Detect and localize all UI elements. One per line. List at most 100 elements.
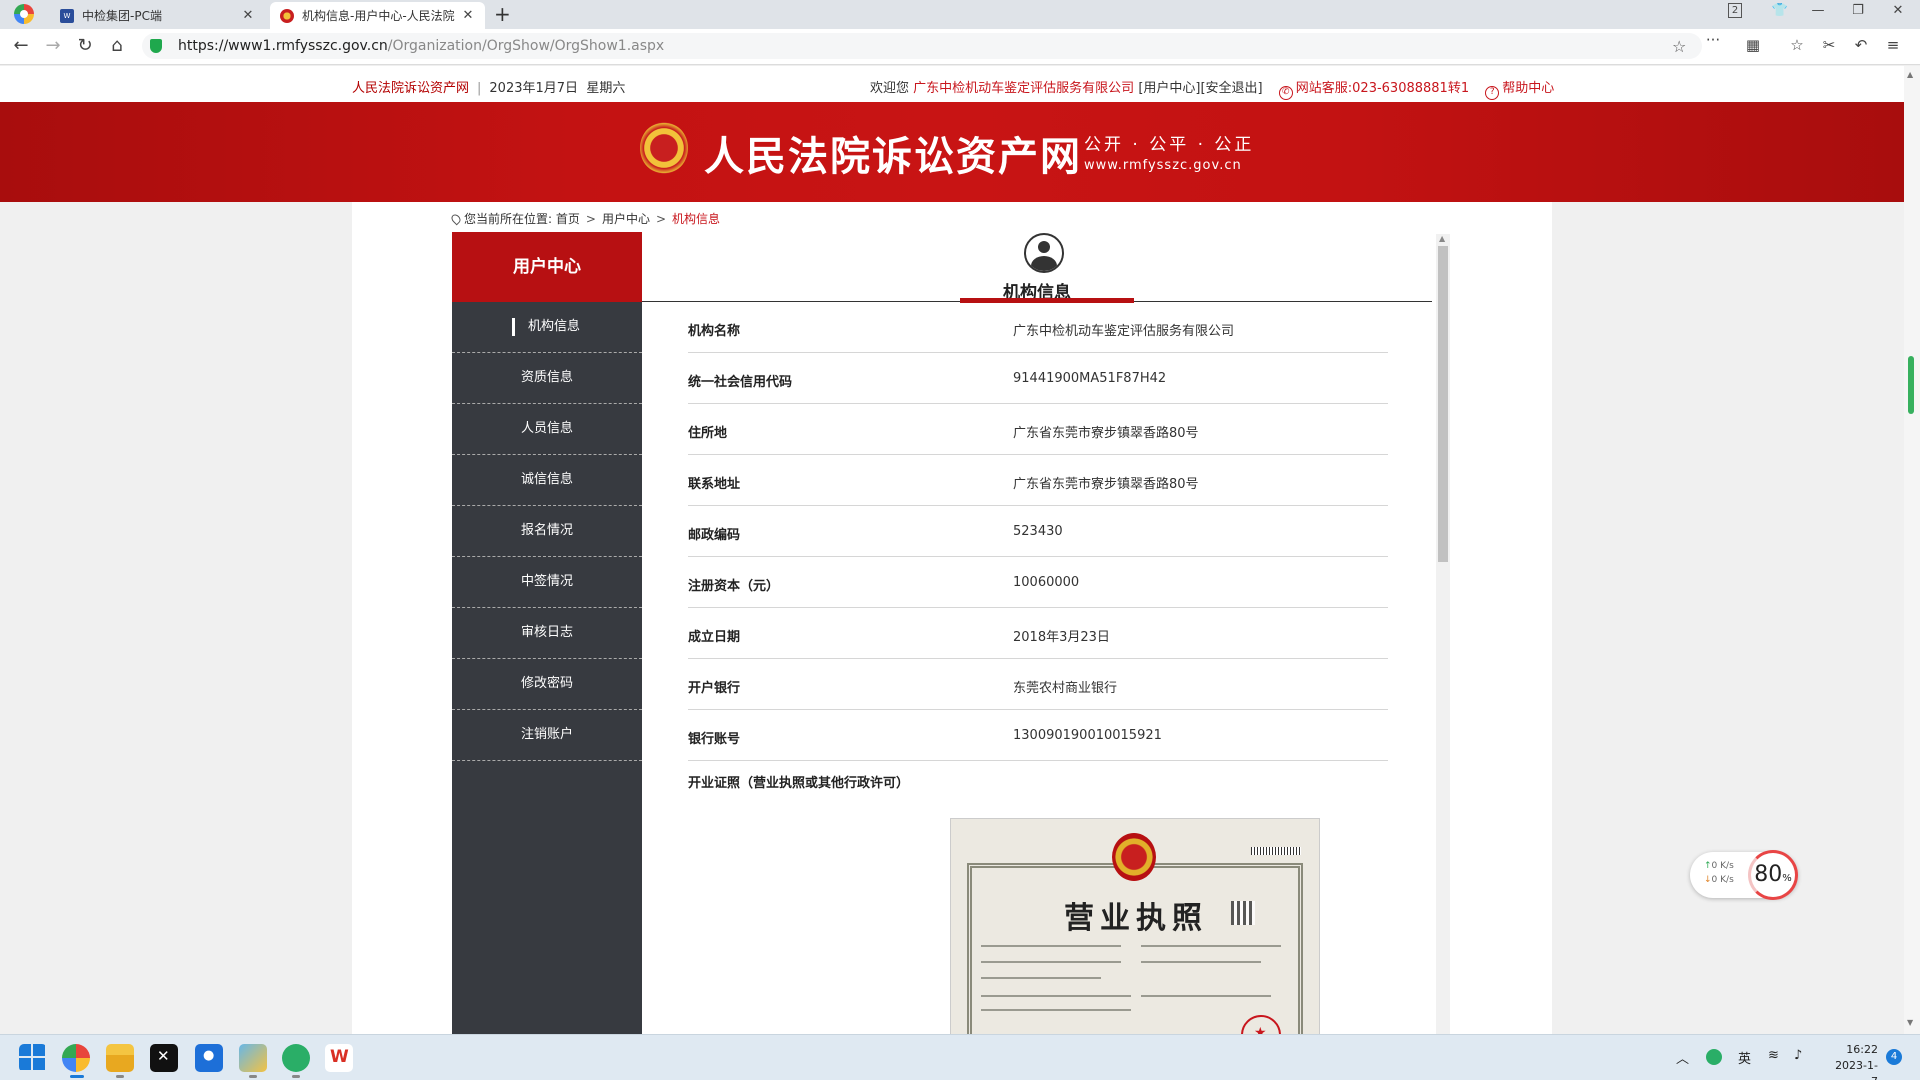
home-icon[interactable]: ⌂ <box>106 35 128 57</box>
network-speed-widget[interactable]: ↑0 K/s ↓0 K/s 80% <box>1690 850 1798 900</box>
site-name-link[interactable]: 人民法院诉讼资产网 <box>352 81 469 96</box>
sidebar: 用户中心 机构信息 资质信息 人员信息 诚信信息 报名情况 中签情况 审核日志 … <box>452 232 642 1034</box>
apps-grid-icon[interactable]: ▦ <box>1742 36 1764 54</box>
breadcrumb-user-center[interactable]: 用户中心 <box>602 212 650 226</box>
bookmark-star-icon[interactable]: ☆ <box>1672 37 1686 56</box>
user-center-link[interactable]: [用户中心] <box>1138 81 1200 96</box>
os-taskbar: ︿ 英 ≋ ♪ 16:222023-1-7 4 <box>0 1034 1920 1080</box>
close-tab-icon[interactable]: ✕ <box>461 8 475 23</box>
page-viewport: 人民法院诉讼资产网 | 2023年1月7日 星期六 欢迎您 广东中检机动车鉴定评估服… <box>0 66 1904 1034</box>
forward-icon[interactable]: → <box>42 35 64 57</box>
sidebar-item-audit-log[interactable]: 审核日志 <box>452 608 642 659</box>
info-row-bank-account: 银行账号 130090190010015921 <box>688 710 1388 761</box>
sidebar-item-change-password[interactable]: 修改密码 <box>452 659 642 710</box>
favorites-icon[interactable]: ☆ <box>1786 36 1808 54</box>
sidebar-item-qualification[interactable]: 资质信息 <box>452 353 642 404</box>
sidebar-item-winning[interactable]: 中签情况 <box>452 557 642 608</box>
tab-label: 机构信息-用户中心-人民法院 <box>302 9 455 23</box>
url-field[interactable]: https://www1.rmfysszc.gov.cn/Organizatio… <box>142 33 1702 59</box>
notification-badge[interactable]: 4 <box>1886 1049 1902 1065</box>
ime-language[interactable]: 英 <box>1738 1048 1751 1067</box>
close-window-button[interactable]: ✕ <box>1888 3 1908 18</box>
menu-icon[interactable]: ≡ <box>1882 36 1904 54</box>
undo-close-icon[interactable]: ↶ <box>1850 36 1872 54</box>
back-icon[interactable]: ← <box>10 35 32 57</box>
input-method-icon[interactable] <box>1706 1049 1722 1065</box>
scroll-down-arrow-icon[interactable]: ▼ <box>1907 1018 1913 1027</box>
location-pin-icon <box>449 212 463 226</box>
org-info-panel: 机构信息 机构名称 广东中检机动车鉴定评估服务有限公司 统一社会信用代码 91441… <box>642 232 1432 1034</box>
top-right-info: 欢迎您 广东中检机动车鉴定评估服务有限公司 [用户中心][安全退出] ✆ 网站客服… <box>870 77 1554 100</box>
hotline-text: 网站客服:023-63088881转1 <box>1295 81 1470 96</box>
shirt-skin-icon[interactable]: 👕 <box>1770 3 1790 18</box>
license-label: 开业证照（营业执照或其他行政许可） <box>688 776 910 791</box>
tab-org-info[interactable]: 机构信息-用户中心-人民法院 ✕ <box>270 2 485 29</box>
business-license-image[interactable]: 营业执照 <box>950 818 1320 1034</box>
sidebar-item-org-info[interactable]: 机构信息 <box>452 302 642 353</box>
browser-logo-icon[interactable] <box>14 4 34 24</box>
tab-favicon-icon: W <box>60 8 74 23</box>
panel-scrollbar[interactable]: ▲ <box>1436 234 1450 1034</box>
qr-code-icon <box>1231 901 1255 925</box>
wps-icon[interactable] <box>325 1044 353 1072</box>
close-tab-icon[interactable]: ✕ <box>241 8 255 23</box>
sidebar-item-cancel-account[interactable]: 注销账户 <box>452 710 642 761</box>
capcut-icon[interactable] <box>150 1044 178 1072</box>
url-text[interactable]: https://www1.rmfysszc.gov.cn/Organizatio… <box>178 38 664 54</box>
page-scroll-thumb[interactable] <box>1908 356 1914 414</box>
reload-icon[interactable]: ↻ <box>74 35 96 57</box>
clock[interactable]: 16:222023-1-7 <box>1830 1042 1878 1080</box>
panel-scroll-thumb[interactable] <box>1438 246 1448 562</box>
info-row-founded-date: 成立日期 2018年3月23日 <box>688 608 1388 659</box>
sidebar-item-registration[interactable]: 报名情况 <box>452 506 642 557</box>
sidebar-item-credit[interactable]: 诚信信息 <box>452 455 642 506</box>
windows-start-icon[interactable] <box>19 1044 47 1072</box>
court-emblem-icon <box>280 8 294 23</box>
banner-slogan: 公开 · 公平 · 公正 <box>1084 135 1255 155</box>
wechat-icon[interactable] <box>282 1044 310 1072</box>
address-toolbar: ← → ↻ ⌂ https://www1.rmfysszc.gov.cn/Org… <box>0 29 1920 65</box>
info-row-bank: 开户银行 东莞农村商业银行 <box>688 659 1388 710</box>
breadcrumb: 您当前所在位置: 首页 > 用户中心 > 机构信息 <box>449 210 720 227</box>
scroll-up-arrow-icon[interactable]: ▲ <box>1907 70 1913 79</box>
tab-count-button[interactable]: 2 <box>1728 3 1742 18</box>
browser-taskbar-icon[interactable] <box>62 1044 90 1072</box>
current-date: 2023年1月7日 <box>489 81 579 96</box>
file-explorer-icon[interactable] <box>106 1044 134 1072</box>
browser-tab-bar: W 中检集团-PC端 ✕ 机构信息-用户中心-人民法院 ✕ + 2 👕 — ❐ … <box>0 0 1920 29</box>
breadcrumb-current[interactable]: 机构信息 <box>672 212 720 226</box>
sidebar-heading: 用户中心 <box>452 232 642 302</box>
top-left-info: 人民法院诉讼资产网 | 2023年1月7日 星期六 <box>352 81 626 96</box>
wifi-icon[interactable]: ≋ <box>1768 1048 1779 1063</box>
qq-icon[interactable] <box>195 1044 223 1072</box>
tab-zhongjian[interactable]: W 中检集团-PC端 ✕ <box>50 2 265 29</box>
license-barcode <box>1251 847 1301 855</box>
help-center-link[interactable]: 帮助中心 <box>1502 81 1554 96</box>
secure-shield-icon <box>150 39 162 53</box>
info-row-postcode: 邮政编码 523430 <box>688 506 1388 557</box>
info-row-contact-address: 联系地址 广东省东莞市寮步镇翠香路80号 <box>688 455 1388 506</box>
tab-label: 中检集团-PC端 <box>82 9 162 23</box>
minimize-button[interactable]: — <box>1808 3 1828 18</box>
sidebar-item-personnel[interactable]: 人员信息 <box>452 404 642 455</box>
info-row-registered-capital: 注册资本（元） 10060000 <box>688 557 1388 608</box>
welcome-text: 欢迎您 <box>870 81 910 96</box>
photos-icon[interactable] <box>239 1044 267 1072</box>
download-speed: ↓0 K/s <box>1704 875 1734 885</box>
restore-button[interactable]: ❐ <box>1848 3 1868 18</box>
phone-icon: ✆ <box>1278 86 1293 100</box>
volume-icon[interactable]: ♪ <box>1794 1048 1802 1063</box>
active-app-indicator <box>70 1075 84 1078</box>
info-row-credit-code: 统一社会信用代码 91441900MA51F87H42 <box>688 353 1388 404</box>
breadcrumb-home[interactable]: 首页 <box>556 212 580 226</box>
more-dots-icon[interactable]: ··· <box>1702 31 1724 49</box>
company-link[interactable]: 广东中检机动车鉴定评估服务有限公司 <box>913 81 1134 96</box>
content-container: 您当前所在位置: 首页 > 用户中心 > 机构信息 用户中心 机构信息 资质信息 人员信… <box>352 202 1552 1034</box>
page-scrollbar[interactable]: ▲ ▼ <box>1904 66 1920 1034</box>
banner-title: 人民法院诉讼资产网 <box>704 134 1082 180</box>
tools-icon[interactable]: ✂ <box>1818 36 1840 54</box>
tray-overflow-chevron-icon[interactable]: ︿ <box>1676 1048 1689 1067</box>
new-tab-button[interactable]: + <box>494 2 511 26</box>
scroll-up-arrow-icon[interactable]: ▲ <box>1439 234 1445 243</box>
logout-link[interactable]: [安全退出] <box>1200 81 1262 96</box>
